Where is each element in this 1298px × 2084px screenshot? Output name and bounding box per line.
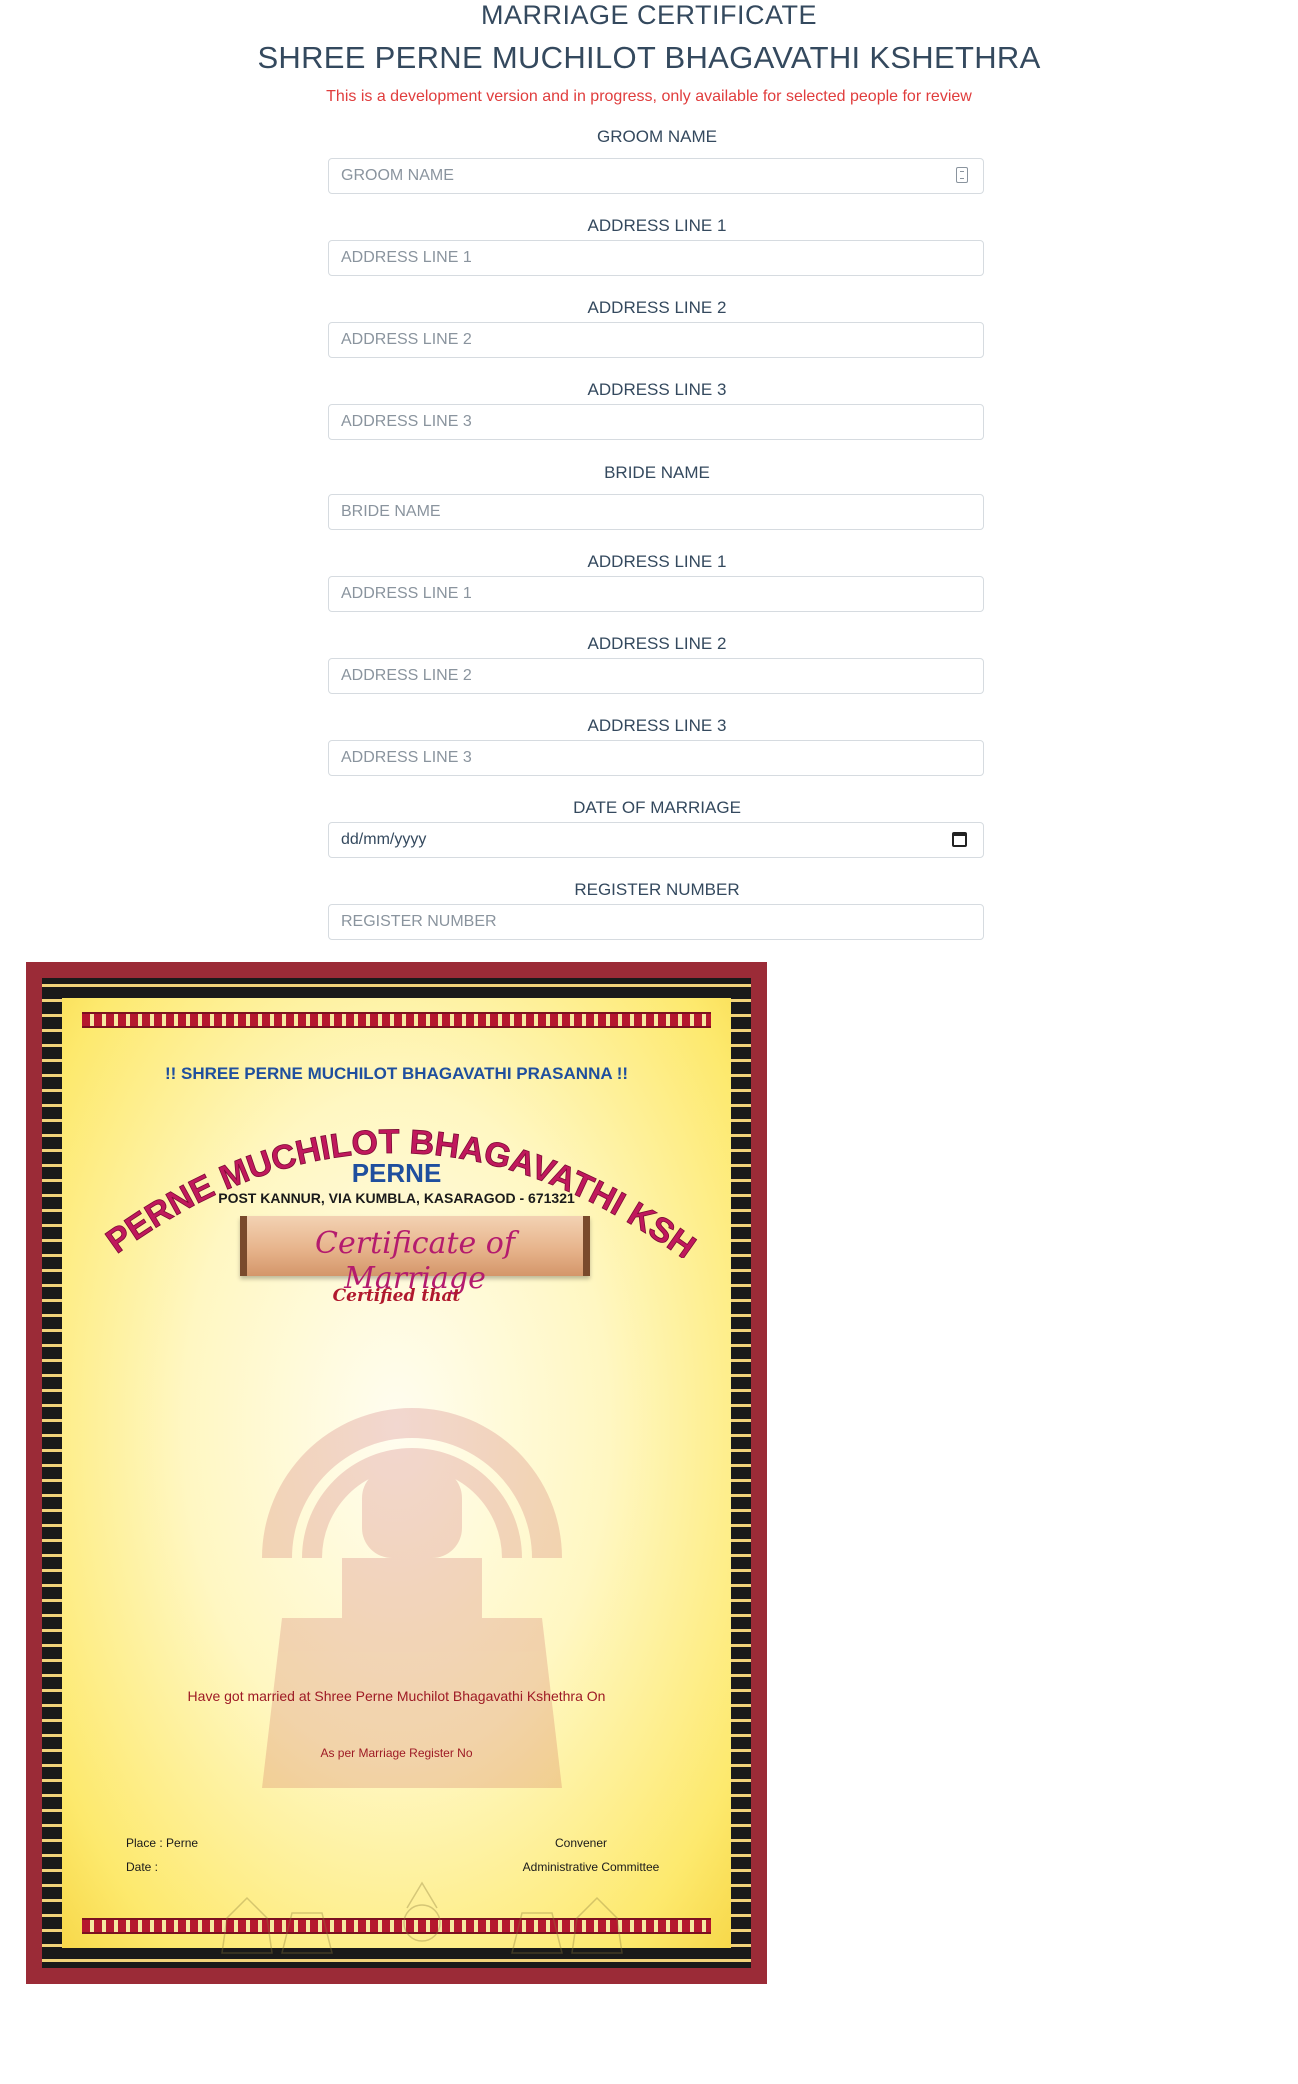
groom-address-1-label: ADDRESS LINE 1 — [587, 216, 727, 235]
groom-name-label: GROOM NAME — [597, 127, 717, 146]
place-name: PERNE — [351, 1158, 442, 1188]
temple-address: POST KANNUR, VIA KUMBLA, KASARAGOD - 671… — [218, 1190, 575, 1206]
place-line: Place : Perne — [126, 1836, 199, 1850]
calendar-icon[interactable] — [952, 832, 967, 847]
deity-watermark — [262, 1408, 562, 1788]
certificate-preview: !! SHREE PERNE MUCHILOT BHAGAVATHI PRASA… — [26, 962, 767, 1984]
date-line: Date : — [126, 1860, 159, 1874]
certificate-scroll: Certificate of Marriage — [240, 1216, 590, 1296]
bride-address-1-input[interactable] — [328, 576, 984, 612]
bride-address-1-label: ADDRESS LINE 1 — [587, 552, 727, 571]
date-of-marriage-input[interactable]: dd/mm/yyyy — [328, 822, 984, 858]
bride-name-input[interactable] — [328, 494, 984, 530]
bride-address-3-label: ADDRESS LINE 3 — [587, 716, 727, 735]
groom-address-1-input[interactable] — [328, 240, 984, 276]
date-of-marriage-label: DATE OF MARRIAGE — [573, 798, 741, 817]
register-line: As per Marriage Register No — [320, 1746, 473, 1760]
page-title: MARRIAGE CERTIFICATE — [480, 0, 818, 30]
prasanna-line: !! SHREE PERNE MUCHILOT BHAGAVATHI PRASA… — [164, 1064, 629, 1083]
certified-that: Certified that — [332, 1286, 461, 1306]
committee-label: Administrative Committee — [522, 1860, 660, 1874]
bride-address-2-input[interactable] — [328, 658, 984, 694]
groom-address-2-input[interactable] — [328, 322, 984, 358]
groom-address-3-label: ADDRESS LINE 3 — [587, 380, 727, 399]
date-value: dd/mm/yyyy — [341, 831, 427, 848]
married-at-line: Have got married at Shree Perne Muchilot… — [187, 1688, 606, 1704]
groom-name-input[interactable] — [328, 158, 984, 194]
certificate-body: !! SHREE PERNE MUCHILOT BHAGAVATHI PRASA… — [62, 998, 731, 1954]
groom-address-2-label: ADDRESS LINE 2 — [587, 298, 727, 317]
bride-name-label: BRIDE NAME — [604, 463, 710, 482]
register-number-label: REGISTER NUMBER — [574, 880, 740, 899]
groom-address-3-input[interactable] — [328, 404, 984, 440]
contact-card-icon[interactable] — [956, 167, 968, 183]
register-number-input[interactable] — [328, 904, 984, 940]
convener-label: Convener — [554, 1836, 608, 1850]
bride-address-2-label: ADDRESS LINE 2 — [587, 634, 727, 653]
procession-illustration — [221, 1881, 623, 1954]
dev-notice: This is a development version and in pro… — [326, 88, 972, 105]
bride-address-3-input[interactable] — [328, 740, 984, 776]
temple-title: SHREE PERNE MUCHILOT BHAGAVATHI KSHETHRA — [257, 40, 1041, 75]
top-dot-strip — [82, 1012, 711, 1028]
